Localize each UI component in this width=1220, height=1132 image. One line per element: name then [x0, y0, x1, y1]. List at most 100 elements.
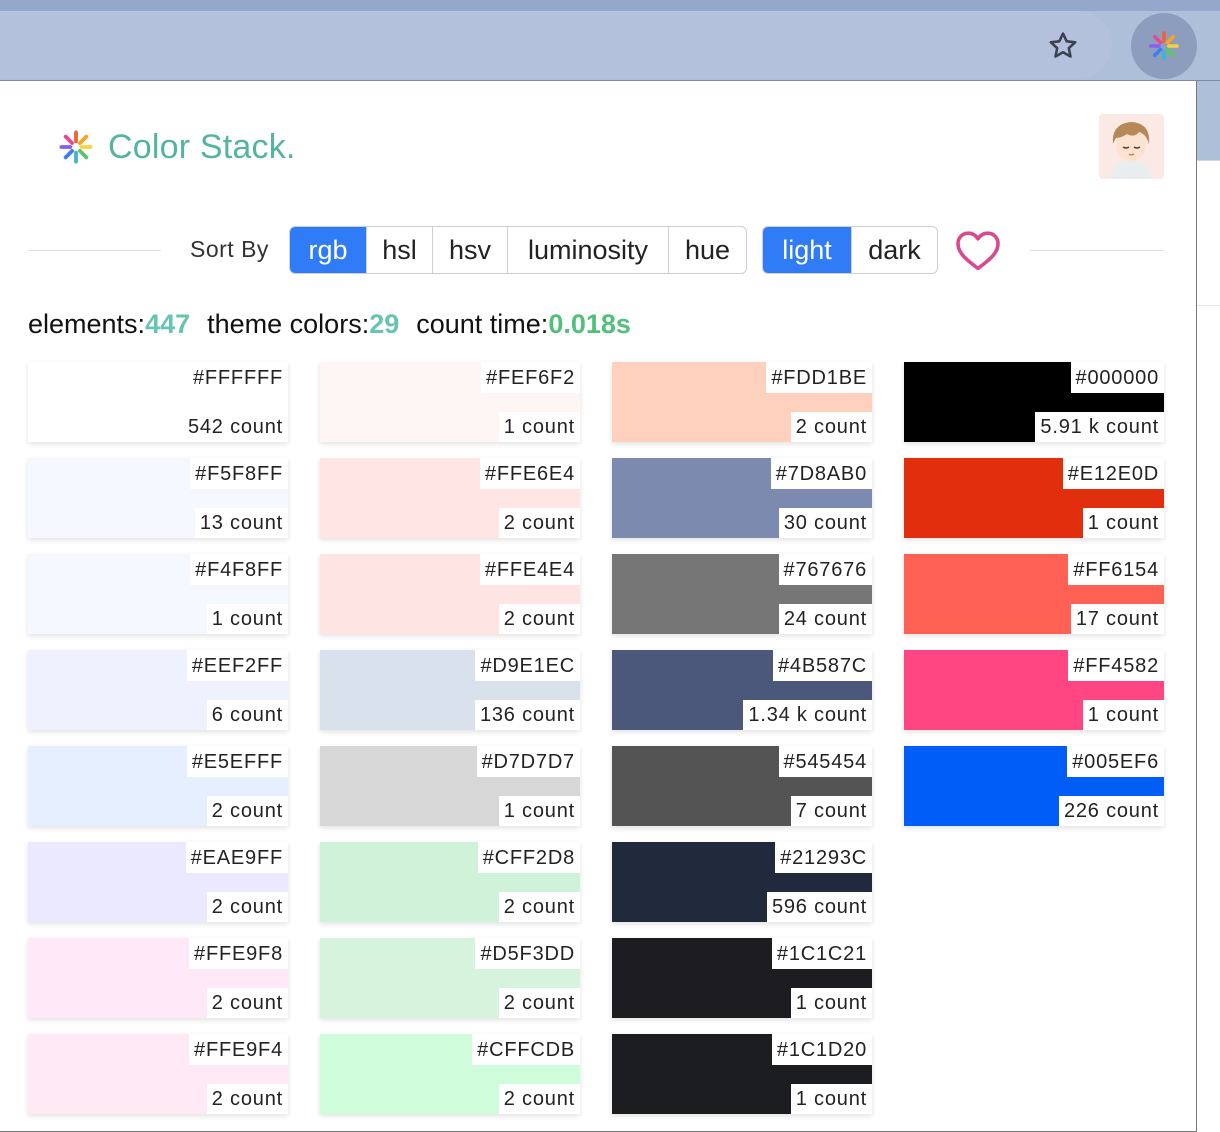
color-swatch[interactable]: #D9E1EC 136 count	[320, 650, 580, 730]
swatch-count-label: 2 count	[790, 412, 872, 442]
swatch-count-label: 2 count	[498, 508, 580, 538]
swatch-count-label: 1.34 k count	[743, 700, 872, 730]
theme-light-button[interactable]: light	[763, 227, 851, 273]
swatch-hex-label[interactable]: #FFE6E4	[479, 458, 580, 489]
sort-hsv-button[interactable]: hsv	[432, 227, 507, 273]
underlying-page-rule	[1197, 160, 1220, 161]
theme-colors-label: theme colors:	[207, 309, 370, 339]
swatch-hex-label[interactable]: #FFE9F4	[189, 1034, 288, 1065]
swatch-hex-label[interactable]: #1C1C21	[771, 938, 872, 969]
swatch-hex-label[interactable]: #E12E0D	[1062, 458, 1164, 489]
swatch-count-label: 1 count	[498, 796, 580, 826]
color-stack-extension-button[interactable]	[1131, 13, 1197, 79]
theme-group: light dark	[762, 226, 938, 274]
elements-label: elements:	[28, 309, 146, 339]
swatch-hex-label[interactable]: #D9E1EC	[475, 650, 580, 681]
divider-left	[28, 250, 161, 251]
swatch-hex-label[interactable]: #D7D7D7	[476, 746, 580, 777]
swatch-hex-label[interactable]: #21293C	[775, 842, 872, 873]
swatch-hex-label[interactable]: #FFE9F8	[189, 938, 288, 969]
swatch-hex-label[interactable]: #E5EFFF	[186, 746, 288, 777]
color-swatch[interactable]: #FDD1BE 2 count	[612, 362, 872, 442]
color-swatch[interactable]: #FF6154 17 count	[904, 554, 1164, 634]
swatch-hex-label[interactable]: #005EF6	[1067, 746, 1164, 777]
color-swatch[interactable]: #FFE4E4 2 count	[320, 554, 580, 634]
color-swatch[interactable]: #E12E0D 1 count	[904, 458, 1164, 538]
swatch-hex-label[interactable]: #545454	[778, 746, 872, 777]
swatch-count-label: 2 count	[498, 1084, 580, 1114]
sort-by-label: Sort By	[190, 236, 269, 262]
color-swatch[interactable]: #FFE6E4 2 count	[320, 458, 580, 538]
swatch-count-label: 2 count	[498, 988, 580, 1018]
swatch-hex-label[interactable]: #FF4582	[1068, 650, 1164, 681]
elements-value: 447	[145, 309, 191, 339]
sort-hsl-button[interactable]: hsl	[366, 227, 432, 273]
color-swatch[interactable]: #EAE9FF 2 count	[28, 842, 288, 922]
user-avatar[interactable]	[1099, 114, 1164, 179]
sort-mode-group: rgb hsl hsv luminosity hue	[289, 226, 747, 274]
favorite-button[interactable]	[952, 226, 1004, 274]
color-swatch[interactable]: #D5F3DD 2 count	[320, 938, 580, 1018]
swatch-hex-label[interactable]: #FDD1BE	[766, 362, 872, 393]
color-swatch[interactable]: #FFFFFF 542 count	[28, 362, 288, 442]
brand: Color Stack.	[58, 126, 296, 168]
heart-outline-icon	[956, 231, 1000, 271]
color-swatch[interactable]: #FF4582 1 count	[904, 650, 1164, 730]
color-swatch[interactable]: #000000 5.91 k count	[904, 362, 1164, 442]
swatch-count-label: 2 count	[206, 988, 288, 1018]
color-swatch[interactable]: #7D8AB0 30 count	[612, 458, 872, 538]
swatch-hex-label[interactable]: #EAE9FF	[185, 842, 288, 873]
sort-rgb-button[interactable]: rgb	[290, 227, 366, 273]
color-swatch[interactable]: #1C1C21 1 count	[612, 938, 872, 1018]
color-swatch[interactable]: #1C1D20 1 count	[612, 1034, 872, 1114]
swatch-hex-label[interactable]: #1C1D20	[771, 1034, 872, 1065]
swatch-count-label: 136 count	[474, 700, 580, 730]
color-swatch[interactable]: #CFF2D8 2 count	[320, 842, 580, 922]
swatch-hex-label[interactable]: #FF6154	[1068, 554, 1164, 585]
swatch-hex-label[interactable]: #CFFCDB	[472, 1034, 580, 1065]
swatch-hex-label[interactable]: #4B587C	[773, 650, 872, 681]
color-swatch[interactable]: #21293C 596 count	[612, 842, 872, 922]
bookmark-star-button[interactable]	[1040, 24, 1086, 68]
color-swatch[interactable]: #005EF6 226 count	[904, 746, 1164, 826]
swatch-hex-label[interactable]: #F4F8FF	[190, 554, 288, 585]
swatch-count-label: 1 count	[206, 604, 288, 634]
swatch-hex-label[interactable]: #F5F8FF	[190, 458, 288, 489]
color-swatch[interactable]: #767676 24 count	[612, 554, 872, 634]
swatch-count-label: 6 count	[206, 700, 288, 730]
sort-hue-button[interactable]: hue	[668, 227, 746, 273]
swatch-count-label: 2 count	[206, 892, 288, 922]
avatar-illustration-icon	[1099, 114, 1164, 179]
swatch-hex-label[interactable]: #7D8AB0	[770, 458, 872, 489]
color-swatch[interactable]: #545454 7 count	[612, 746, 872, 826]
swatch-hex-label[interactable]: #FEF6F2	[481, 362, 580, 393]
color-swatch[interactable]: #FEF6F2 1 count	[320, 362, 580, 442]
swatch-hex-label[interactable]: #D5F3DD	[475, 938, 580, 969]
color-swatch[interactable]: #FFE9F4 2 count	[28, 1034, 288, 1114]
color-swatch[interactable]: #F5F8FF 13 count	[28, 458, 288, 538]
swatch-hex-label[interactable]: #000000	[1070, 362, 1164, 393]
swatch-hex-label[interactable]: #FFFFFF	[187, 362, 288, 393]
color-swatch[interactable]: #4B587C 1.34 k count	[612, 650, 872, 730]
color-swatch[interactable]: #E5EFFF 2 count	[28, 746, 288, 826]
color-swatch[interactable]: #D7D7D7 1 count	[320, 746, 580, 826]
sort-controls: Sort By rgb hsl hsv luminosity hue light…	[0, 226, 1196, 274]
color-swatch[interactable]: #CFFCDB 2 count	[320, 1034, 580, 1114]
swatch-count-label: 7 count	[790, 796, 872, 826]
swatch-count-label: 1 count	[790, 988, 872, 1018]
swatch-hex-label[interactable]: #FFE4E4	[479, 554, 580, 585]
swatch-hex-label[interactable]: #EEF2FF	[186, 650, 288, 681]
color-swatch[interactable]: #F4F8FF 1 count	[28, 554, 288, 634]
swatch-hex-label[interactable]: #CFF2D8	[477, 842, 580, 873]
swatch-count-label: 2 count	[206, 796, 288, 826]
color-stack-pinwheel-icon	[1149, 31, 1179, 61]
app-title: Color Stack.	[108, 127, 296, 166]
color-swatch[interactable]: #FFE9F8 2 count	[28, 938, 288, 1018]
swatch-count-label: 13 count	[194, 508, 288, 538]
address-bar[interactable]	[0, 11, 1112, 79]
swatch-hex-label[interactable]: #767676	[778, 554, 872, 585]
theme-dark-button[interactable]: dark	[851, 227, 937, 273]
sort-luminosity-button[interactable]: luminosity	[507, 227, 668, 273]
swatch-count-label: 24 count	[778, 604, 872, 634]
color-swatch[interactable]: #EEF2FF 6 count	[28, 650, 288, 730]
